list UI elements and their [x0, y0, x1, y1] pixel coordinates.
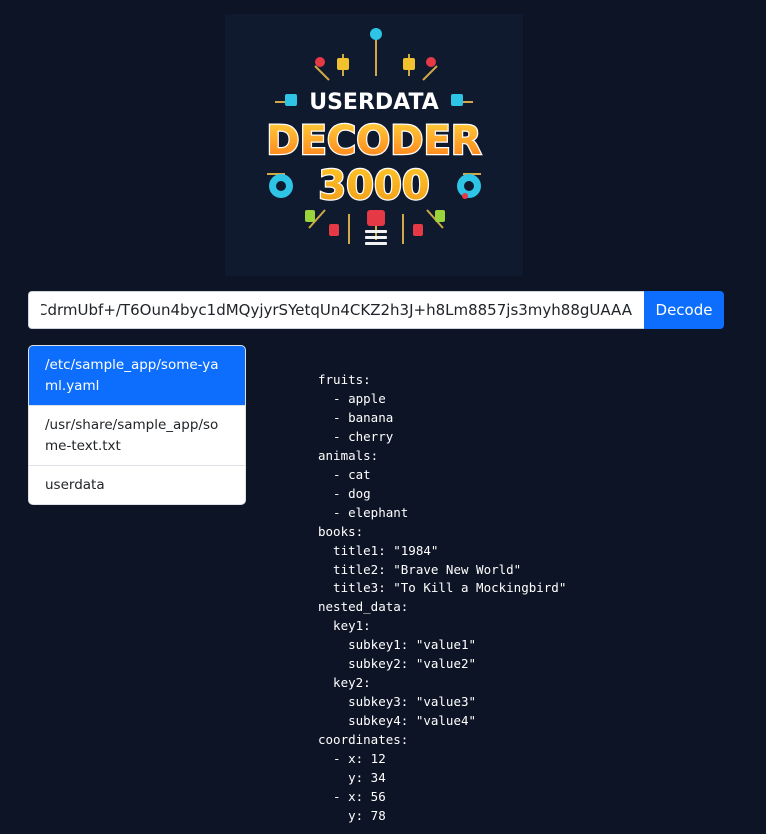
userdata-input[interactable] [28, 291, 644, 329]
file-item-some-yaml[interactable]: /etc/sample_app/some-yaml.yaml [29, 346, 245, 405]
logo-line-1: USERDATA [309, 90, 439, 115]
file-item-userdata[interactable]: userdata [29, 465, 245, 504]
decoder-form: Decode [28, 291, 724, 329]
logo-line-3: 3000 [318, 163, 429, 209]
file-list: /etc/sample_app/some-yaml.yaml /usr/shar… [28, 345, 246, 505]
file-item-some-text[interactable]: /usr/share/sample_app/some-text.txt [29, 405, 245, 465]
decode-button[interactable]: Decode [644, 291, 724, 329]
logo-line-2: DECODER [266, 118, 481, 164]
file-content-viewer: fruits: - apple - banana - cherry animal… [318, 372, 567, 823]
app-logo: USERDATA DECODER 3000 [225, 14, 523, 276]
